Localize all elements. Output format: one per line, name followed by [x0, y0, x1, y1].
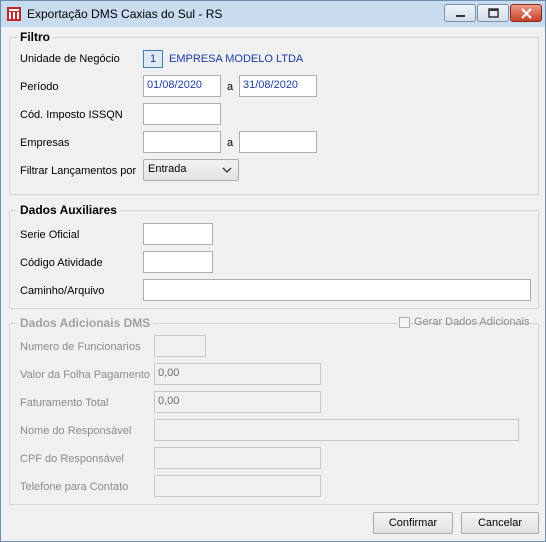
folha-label: Valor da Folha Pagamento — [20, 369, 151, 381]
codigo-atividade-label: Código Atividade — [20, 257, 103, 269]
filtrar-dropdown[interactable]: Entrada — [143, 159, 239, 181]
funcionarios-field[interactable] — [154, 335, 206, 357]
empresas-label: Empresas — [20, 137, 70, 149]
gerar-dados-label: Gerar Dados Adicionais — [414, 316, 530, 328]
app-logo-icon — [7, 7, 21, 21]
faturamento-label: Faturamento Total — [20, 397, 109, 409]
codigo-atividade-field[interactable] — [143, 251, 213, 273]
caminho-field[interactable] — [143, 279, 531, 301]
folha-field[interactable]: 0,00 — [154, 363, 321, 385]
unidade-label: Unidade de Negócio — [20, 53, 120, 65]
periodo-separator: a — [227, 81, 234, 93]
title-bar[interactable]: Exportação DMS Caxias do Sul - RS — [1, 1, 545, 27]
cancelar-button[interactable]: Cancelar — [461, 512, 539, 534]
caminho-label: Caminho/Arquivo — [20, 285, 105, 297]
unidade-code-field[interactable]: 1 — [143, 50, 163, 68]
filtrar-label: Filtrar Lançamentos por — [20, 165, 137, 177]
funcionarios-label: Numero de Funcionarios — [20, 341, 141, 353]
periodo-from-field[interactable]: 01/08/2020 — [143, 75, 221, 97]
gerar-dados-option[interactable]: Gerar Dados Adicionais — [397, 315, 530, 331]
unidade-name: EMPRESA MODELO LTDA — [169, 53, 304, 65]
serie-field[interactable] — [143, 223, 213, 245]
export-dialog: Exportação DMS Caxias do Sul - RS Filtro… — [0, 0, 546, 542]
filtrar-value: Entrada — [148, 163, 187, 175]
periodo-label: Período — [20, 81, 59, 93]
confirmar-button[interactable]: Confirmar — [373, 512, 453, 534]
cpf-label: CPF do Responsável — [20, 453, 124, 465]
serie-label: Serie Oficial — [20, 229, 80, 241]
empresas-to-field[interactable] — [239, 131, 317, 153]
cod-imposto-label: Cód. Imposto ISSQN — [20, 109, 123, 121]
cod-imposto-field[interactable] — [143, 103, 221, 125]
filtro-legend: Filtro — [17, 30, 53, 44]
adicionais-legend: Dados Adicionais DMS — [17, 316, 154, 330]
auxiliares-legend: Dados Auxiliares — [17, 203, 120, 217]
responsavel-field[interactable] — [154, 419, 519, 441]
chevron-down-icon — [221, 164, 233, 176]
empresas-from-field[interactable] — [143, 131, 221, 153]
telefone-field[interactable] — [154, 475, 321, 497]
maximize-button[interactable] — [477, 4, 509, 22]
faturamento-field[interactable]: 0,00 — [154, 391, 321, 413]
responsavel-label: Nome do Responsável — [20, 425, 132, 437]
window-title: Exportação DMS Caxias do Sul - RS — [27, 7, 223, 21]
cpf-field[interactable] — [154, 447, 321, 469]
gerar-dados-checkbox[interactable] — [399, 317, 410, 328]
minimize-button[interactable] — [444, 4, 476, 22]
telefone-label: Telefone para Contato — [20, 481, 129, 493]
empresas-separator: a — [227, 137, 234, 149]
periodo-to-field[interactable]: 31/08/2020 — [239, 75, 317, 97]
close-button[interactable] — [510, 4, 542, 22]
